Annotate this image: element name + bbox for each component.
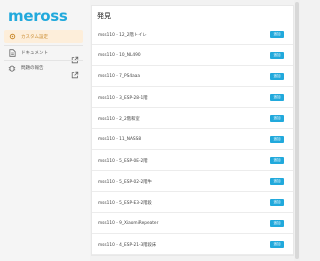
device-name: mss110 - 2_2階和室 xyxy=(98,117,140,122)
device-row: mss110 - 10_NL490 追加 xyxy=(92,46,293,66)
sidebar-item-custom-settings[interactable]: カスタム設定 xyxy=(4,30,83,43)
external-link-icon xyxy=(71,49,79,63)
device-name: mss110 - 5_ESP-02-2階牛 xyxy=(98,180,152,185)
page-title: 発見 xyxy=(97,12,111,20)
sidebar-item-label: カスタム設定 xyxy=(21,34,48,40)
device-name: mss110 - 9_XiaomiRepeater xyxy=(98,221,159,226)
add-device-button[interactable]: 追加 xyxy=(270,178,284,185)
device-row: mss110 - 4_ESP-21-3階段床 追加 xyxy=(92,235,293,255)
add-device-button[interactable]: 追加 xyxy=(270,115,284,122)
scrollbar[interactable] xyxy=(294,0,300,261)
device-row: mss110 - 5_ESP-E3-2階段 追加 xyxy=(92,193,293,213)
meross-logo: meross xyxy=(8,7,68,25)
device-row: mss110 - 7_PS4aaa 追加 xyxy=(92,67,293,87)
document-icon xyxy=(8,48,16,57)
add-device-button[interactable]: 追加 xyxy=(270,94,284,101)
add-device-button[interactable]: 追加 xyxy=(270,52,284,59)
scrollbar-thumb[interactable] xyxy=(295,2,299,259)
device-name: mss110 - 5_ESP-0E-2階 xyxy=(98,159,148,164)
sidebar: meross カスタム設定 ドキュメント 問題の報告 xyxy=(0,0,90,261)
add-device-button[interactable]: 追加 xyxy=(270,136,284,143)
device-row: mss110 - 2_2階和室 追加 xyxy=(92,109,293,129)
bug-icon xyxy=(8,64,16,72)
add-device-button[interactable]: 追加 xyxy=(270,31,284,38)
device-row: mss110 - 3_ESP-28-1階 追加 xyxy=(92,88,293,108)
add-device-button[interactable]: 追加 xyxy=(270,220,284,227)
device-name: mss110 - 5_ESP-E3-2階段 xyxy=(98,201,152,206)
add-device-button[interactable]: 追加 xyxy=(270,157,284,164)
add-device-button[interactable]: 追加 xyxy=(270,241,284,248)
device-row: mss110 - 9_XiaomiRepeater 追加 xyxy=(92,214,293,234)
device-name: mss110 - 10_NL490 xyxy=(98,53,141,58)
sidebar-item-label: ドキュメント xyxy=(21,50,48,56)
device-name: mss110 - 11_NASS8 xyxy=(98,137,142,142)
device-name: mss110 - 3_ESP-28-1階 xyxy=(98,96,148,101)
sidebar-item-label: 問題の報告 xyxy=(21,65,44,71)
device-name: mss110 - 12_2階トイレ xyxy=(98,33,147,38)
external-link-icon xyxy=(71,64,79,78)
settings-icon xyxy=(8,33,16,41)
device-row: mss110 - 12_2階トイレ 追加 xyxy=(92,25,293,45)
sidebar-item-documents[interactable]: ドキュメント xyxy=(4,46,83,63)
add-device-button[interactable]: 追加 xyxy=(270,73,284,80)
device-name: mss110 - 4_ESP-21-3階段床 xyxy=(98,243,157,248)
discovery-panel: 発見 mss110 - 12_2階トイレ 追加 mss110 - 10_NL49… xyxy=(91,5,294,256)
device-row: mss110 - 5_ESP-0E-2階 追加 xyxy=(92,151,293,171)
device-row: mss110 - 5_ESP-02-2階牛 追加 xyxy=(92,172,293,192)
device-row: mss110 - 11_NASS8 追加 xyxy=(92,130,293,150)
device-name: mss110 - 7_PS4aaa xyxy=(98,74,140,79)
add-device-button[interactable]: 追加 xyxy=(270,199,284,206)
sidebar-item-report-issue[interactable]: 問題の報告 xyxy=(4,61,83,78)
